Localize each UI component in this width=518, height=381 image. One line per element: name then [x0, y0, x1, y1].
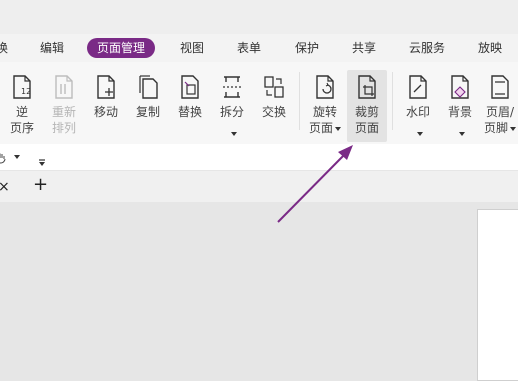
rotate-page-label-1: 旋转 [312, 105, 337, 119]
swap-page-label: 交换 [261, 105, 286, 119]
rotate-page-button[interactable]: 旋转页面 [305, 70, 345, 142]
crop-page-icon [356, 74, 378, 100]
watermark-dropdown-caret[interactable] [417, 132, 423, 136]
copy-page-label: 复制 [135, 105, 160, 119]
replace-page-label: 替换 [177, 105, 202, 119]
replace-page-icon [179, 74, 201, 100]
rearrange-label-2: 排列 [51, 121, 76, 135]
hand-tool-icon[interactable] [0, 149, 6, 164]
rotate-dropdown-caret[interactable] [335, 126, 341, 131]
menu-item-protect[interactable]: 保护 [295, 39, 319, 57]
window-top-strip [0, 0, 518, 34]
ribbon-separator [392, 72, 393, 130]
swap-page-button[interactable]: 交换 [254, 70, 294, 142]
hand-tool-dropdown-caret[interactable] [14, 155, 20, 159]
menu-item-cloud-service[interactable]: 云服务 [409, 39, 445, 57]
quick-access-toolbar [0, 144, 518, 171]
crop-page-button[interactable]: 裁剪 页面 [347, 70, 387, 142]
new-tab-button[interactable]: + [33, 174, 48, 195]
close-tab-icon[interactable]: × [0, 179, 10, 195]
background-icon [449, 74, 471, 100]
menu-item-view[interactable]: 视图 [180, 39, 204, 57]
menu-item-form[interactable]: 表单 [237, 39, 261, 57]
watermark-icon [407, 74, 429, 100]
header-footer-icon [489, 74, 511, 100]
background-label: 背景 [447, 105, 472, 119]
rearrange-icon [53, 74, 75, 100]
watermark-button[interactable]: 水印 [398, 70, 438, 142]
header-footer-button[interactable]: 页眉/页脚 [480, 70, 518, 142]
background-button[interactable]: 背景 [440, 70, 480, 142]
reverse-page-order-label-2: 页序 [9, 121, 34, 135]
menu-item-page-management[interactable]: 页面管理 [87, 38, 156, 58]
document-page-preview [477, 209, 518, 381]
split-page-label: 拆分 [219, 105, 244, 119]
svg-text:12: 12 [21, 87, 31, 96]
copy-page-button[interactable]: 复制 [128, 70, 168, 142]
move-page-icon [95, 74, 117, 100]
move-page-button[interactable]: 移动 [86, 70, 126, 142]
rotate-page-icon [314, 74, 336, 100]
crop-page-label-1: 裁剪 [354, 105, 379, 119]
header-footer-dropdown-caret[interactable] [510, 126, 516, 131]
reverse-page-order-label-1: 逆 [15, 105, 28, 119]
menu-bar: 换 编辑 页面管理 视图 表单 保护 共享 云服务 放映 [0, 34, 518, 62]
ribbon-toolbar: 12 逆页序 重新 排列 移动 复制 替换 拆分 交换 旋转 页面 裁剪 页面 … [0, 62, 518, 144]
replace-page-button[interactable]: 替换 [170, 70, 210, 142]
reverse-page-order-icon: 12 [11, 74, 33, 100]
background-dropdown-caret[interactable] [459, 132, 465, 136]
rearrange-button[interactable]: 重新 排列 [44, 70, 84, 142]
split-page-icon [221, 74, 243, 100]
header-footer-label-1: 页眉/ [485, 105, 515, 119]
copy-page-icon [137, 74, 159, 100]
menu-item-edit[interactable]: 编辑 [40, 39, 64, 57]
menu-item-convert[interactable]: 换 [0, 39, 8, 57]
customize-toolbar-icon[interactable] [38, 152, 46, 166]
move-page-label: 移动 [93, 105, 118, 119]
menu-item-slideshow[interactable]: 放映 [478, 39, 502, 57]
watermark-label: 水印 [405, 105, 430, 119]
rotate-page-label-2: 页面 [308, 121, 333, 135]
swap-page-icon [263, 74, 285, 100]
rearrange-label-1: 重新 [51, 105, 76, 119]
split-page-button[interactable]: 拆分 [212, 70, 252, 142]
header-footer-label-2: 页脚 [483, 121, 508, 135]
split-dropdown-caret[interactable] [231, 132, 237, 136]
crop-page-label-2: 页面 [354, 121, 379, 135]
document-tab-bar: × + [0, 171, 518, 202]
reverse-page-order-button[interactable]: 12 逆页序 [2, 70, 42, 142]
ribbon-separator [299, 72, 300, 130]
menu-item-share[interactable]: 共享 [352, 39, 376, 57]
